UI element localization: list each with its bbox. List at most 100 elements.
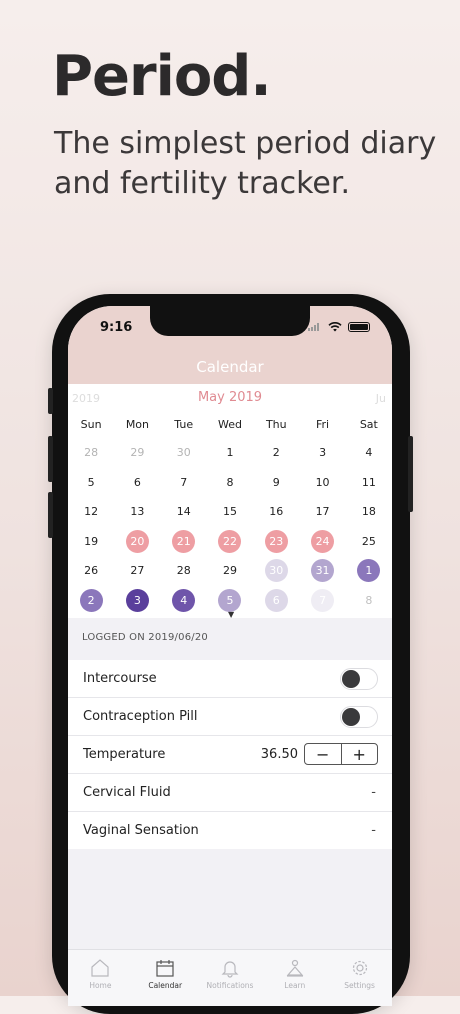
log-row-intercourse: Intercourse: [68, 660, 392, 698]
cervical-fluid-label: Cervical Fluid: [83, 785, 171, 800]
day-number: 5: [218, 588, 242, 612]
calendar-day[interactable]: 6: [253, 586, 299, 616]
log-row-pill: Contraception Pill: [68, 698, 392, 736]
calendar-day[interactable]: 7: [161, 468, 207, 498]
next-month-label[interactable]: Ju: [376, 392, 386, 405]
intercourse-toggle[interactable]: [340, 668, 378, 690]
log-list: Intercourse Contraception Pill Temperatu…: [68, 660, 392, 849]
log-header: LOGGED ON 2019/06/20: [82, 632, 208, 643]
pill-toggle[interactable]: [340, 706, 378, 728]
calendar-day[interactable]: 11: [346, 468, 392, 498]
promo-headline: Period.: [52, 44, 272, 109]
day-number: 23: [264, 529, 288, 553]
calendar-day[interactable]: 6: [114, 468, 160, 498]
calendar-day[interactable]: 17: [299, 497, 345, 527]
calendar-day[interactable]: 8: [207, 468, 253, 498]
day-number: 15: [222, 505, 237, 519]
calendar-day[interactable]: 4: [161, 586, 207, 616]
day-number: 13: [130, 505, 145, 519]
wifi-icon: [328, 322, 342, 332]
calendar-day[interactable]: 5: [68, 468, 114, 498]
calendar-day[interactable]: 30: [161, 438, 207, 468]
calendar-view[interactable]: 2019 May 2019 Ju Sun Mon Tue Wed Thu Fri Sat 2…: [68, 384, 392, 619]
weekday-label: Mon: [125, 418, 150, 431]
pill-label: Contraception Pill: [83, 709, 198, 724]
day-number: 8: [226, 475, 234, 489]
calendar-day[interactable]: 2: [68, 586, 114, 616]
vaginal-sensation-value: -: [371, 823, 376, 838]
calendar-day[interactable]: 21: [161, 527, 207, 557]
tab-settings[interactable]: Settings: [327, 950, 392, 1006]
calendar-day[interactable]: 14: [161, 497, 207, 527]
toggle-knob: [342, 670, 360, 688]
calendar-day[interactable]: 2: [253, 438, 299, 468]
day-number: 17: [315, 505, 330, 519]
tab-home[interactable]: Home: [68, 950, 133, 1006]
calendar-day[interactable]: 16: [253, 497, 299, 527]
calendar-day[interactable]: 3: [299, 438, 345, 468]
status-icons: [308, 322, 370, 332]
day-number: 29: [130, 446, 145, 460]
current-month-label: May 2019: [197, 390, 263, 405]
gear-icon: [352, 960, 367, 976]
calendar-day[interactable]: 1: [207, 438, 253, 468]
tab-label: Settings: [344, 981, 375, 990]
app-screen: 9:16 Calendar 2019 May 2019 Ju Sun Mon Tue…: [68, 306, 392, 1006]
calendar-day[interactable]: 18: [346, 497, 392, 527]
calendar-day[interactable]: 13: [114, 497, 160, 527]
day-number: 18: [361, 505, 376, 519]
tab-label: Learn: [284, 981, 306, 990]
calendar-day[interactable]: 31: [299, 556, 345, 586]
weekday-label: Sat: [359, 418, 378, 431]
calendar-day[interactable]: 20: [114, 527, 160, 557]
day-number: 16: [269, 505, 284, 519]
tab-notifications[interactable]: Notifications: [198, 950, 263, 1006]
temperature-label: Temperature: [83, 747, 166, 762]
day-number: 3: [125, 588, 149, 612]
tab-label: Notifications: [206, 981, 254, 990]
day-number: 1: [357, 559, 381, 583]
calendar-day[interactable]: 4: [346, 438, 392, 468]
temperature-increment-button[interactable]: +: [340, 744, 378, 764]
calendar-day[interactable]: 27: [114, 556, 160, 586]
day-number: 4: [365, 446, 373, 460]
calendar-day[interactable]: 24: [299, 527, 345, 557]
phone-power-button: [408, 436, 413, 512]
day-number: 25: [361, 534, 376, 548]
calendar-day[interactable]: 22: [207, 527, 253, 557]
calendar-day[interactable]: 23: [253, 527, 299, 557]
log-row-cervical-fluid[interactable]: Cervical Fluid -: [68, 774, 392, 812]
calendar-day[interactable]: 8: [346, 586, 392, 616]
calendar-day[interactable]: 30: [253, 556, 299, 586]
log-row-vaginal-sensation[interactable]: Vaginal Sensation -: [68, 812, 392, 849]
calendar-day[interactable]: 12: [68, 497, 114, 527]
temperature-decrement-button[interactable]: −: [305, 744, 341, 764]
day-number: 1: [226, 446, 234, 460]
weekday-label: Tue: [174, 418, 194, 431]
cervical-fluid-value: -: [371, 785, 376, 800]
day-number: 7: [180, 475, 188, 489]
day-number: 24: [311, 529, 335, 553]
day-number: 8: [365, 593, 373, 607]
calendar-day[interactable]: 28: [68, 438, 114, 468]
calendar-day[interactable]: 10: [299, 468, 345, 498]
calendar-day[interactable]: 29: [114, 438, 160, 468]
calendar-collapse-caret[interactable]: ▼: [228, 610, 234, 619]
calendar-day[interactable]: 26: [68, 556, 114, 586]
calendar-day[interactable]: 19: [68, 527, 114, 557]
calendar-day[interactable]: 9: [253, 468, 299, 498]
day-number: 12: [84, 505, 99, 519]
calendar-day[interactable]: 29: [207, 556, 253, 586]
tab-learn[interactable]: Learn: [262, 950, 327, 1006]
day-number: 30: [176, 446, 191, 460]
calendar-day[interactable]: 1: [346, 556, 392, 586]
calendar-day[interactable]: 28: [161, 556, 207, 586]
toggle-knob: [342, 708, 360, 726]
calendar-day[interactable]: 25: [346, 527, 392, 557]
tab-calendar[interactable]: Calendar: [133, 950, 198, 1006]
calendar-day[interactable]: 15: [207, 497, 253, 527]
calendar-day[interactable]: 3: [114, 586, 160, 616]
day-number: 2: [79, 588, 103, 612]
calendar-day[interactable]: 7: [299, 586, 345, 616]
month-row: 2019 May 2019 Ju: [68, 390, 392, 410]
